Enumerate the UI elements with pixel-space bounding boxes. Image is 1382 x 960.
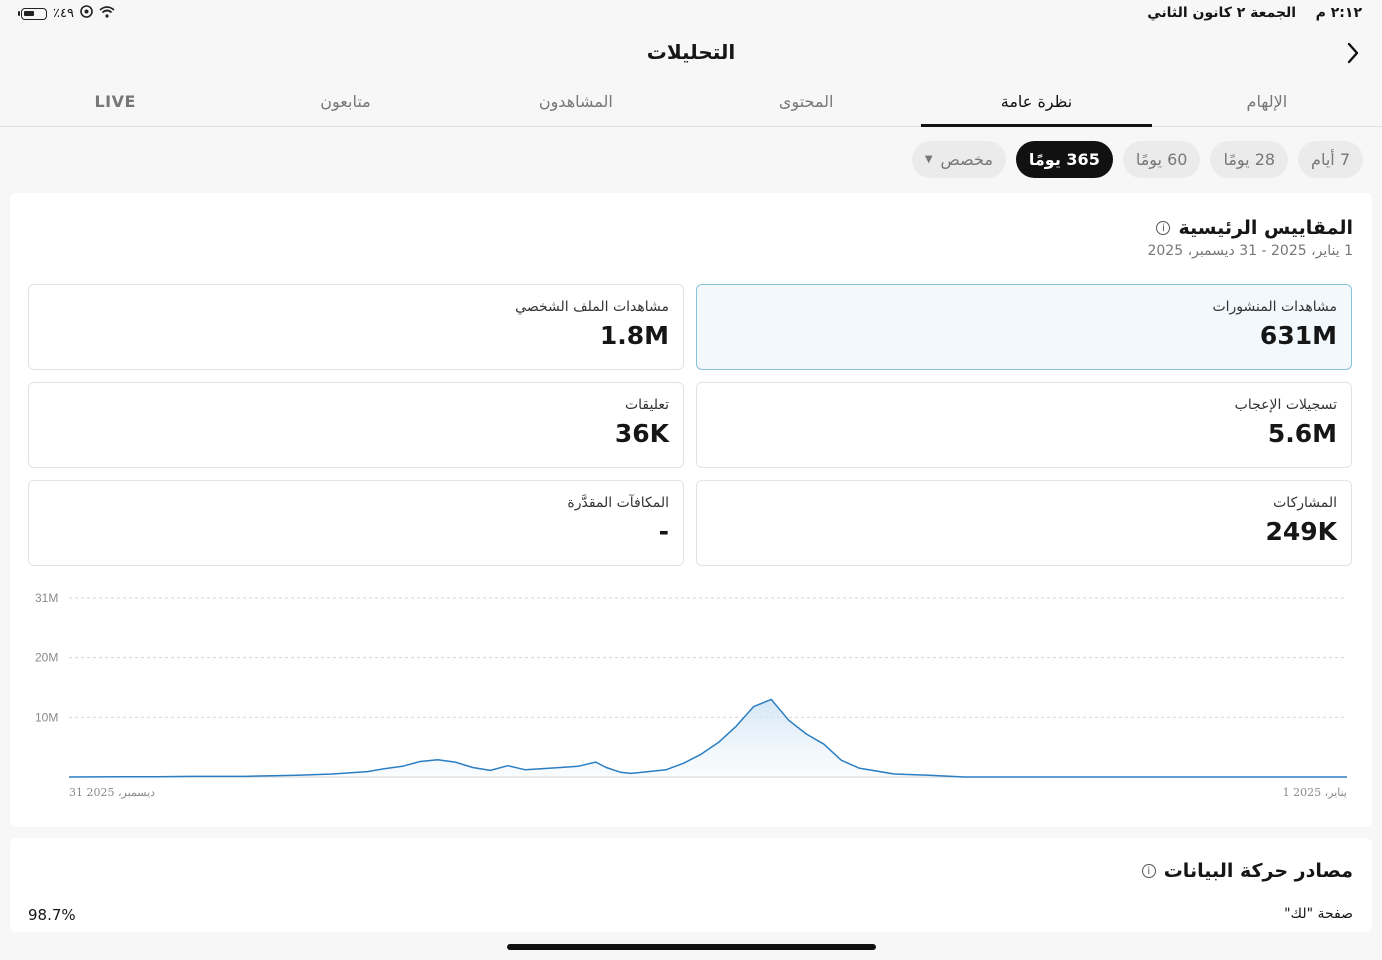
home-indicator[interactable] [507, 944, 876, 950]
metric-value: 1.8M [599, 321, 669, 350]
metric-label: مشاهدات المنشورات [1212, 299, 1337, 315]
tab-followers[interactable]: متابعون [230, 78, 460, 126]
tab-overview[interactable]: نظرة عامة [921, 78, 1153, 127]
status-time: ٢:١٢ م [1315, 5, 1362, 21]
status-bar: ٢:١٢ م الجمعة ٢ كانون الثاني ٪٤٩ [0, 0, 1382, 28]
metric-value: 249K [1265, 517, 1337, 546]
metric-profile-views[interactable]: مشاهدات الملف الشخصي 1.8M [28, 284, 684, 370]
traffic-sources-title: مصادر حركة البيانات [1163, 860, 1353, 882]
metric-label: المكافآت المقدَّرة [567, 495, 669, 511]
metric-value: - [658, 517, 669, 546]
tab-inspiration[interactable]: الإلهام [1152, 78, 1382, 126]
metric-label: مشاهدات الملف الشخصي [515, 299, 669, 315]
range-60-days[interactable]: 60 يومًا [1122, 141, 1201, 178]
caret-down-icon: ▼ [924, 154, 933, 165]
metric-label: تسجيلات الإعجاب [1234, 397, 1337, 413]
metric-post-views[interactable]: مشاهدات المنشورات 631M [696, 284, 1352, 370]
chevron-right-icon [1347, 42, 1359, 64]
key-metrics-card: المقاييس الرئيسية i 1 يناير، 2025 - 31 د… [10, 193, 1372, 827]
y-tick-label: 10M [35, 710, 58, 724]
location-icon [80, 5, 93, 22]
y-tick-label: 20M [35, 651, 58, 665]
x-tick-end: 31 ديسمبر، 2025 [69, 786, 155, 799]
metric-label: تعليقات [624, 397, 669, 413]
range-7-days[interactable]: 7 أيام [1298, 141, 1363, 178]
tab-live[interactable]: LIVE [0, 78, 230, 126]
metric-shares[interactable]: المشاركات 249K [696, 480, 1352, 566]
tab-content[interactable]: المحتوى [691, 78, 921, 126]
metric-value: 5.6M [1267, 419, 1337, 448]
battery-icon [18, 7, 47, 20]
status-date: الجمعة ٢ كانون الثاني [1147, 5, 1297, 21]
tab-viewers[interactable]: المشاهدون [461, 78, 691, 126]
x-tick-start: 1 يناير، 2025 [1283, 786, 1347, 799]
y-tick-label: 31M [35, 591, 58, 605]
metric-value: 36K [614, 419, 669, 448]
range-custom[interactable]: مخصص ▼ [911, 141, 1006, 178]
status-datetime: ٢:١٢ م الجمعة ٢ كانون الثاني [1147, 5, 1362, 21]
wifi-icon [99, 5, 115, 22]
key-metrics-title-row: المقاييس الرئيسية i [1147, 217, 1353, 239]
range-365-days[interactable]: 365 يومًا [1015, 141, 1113, 178]
traffic-source-value: 98.7% [28, 906, 76, 924]
metric-value: 631M [1259, 321, 1337, 350]
traffic-sources-card: مصادر حركة البيانات i صفحة "لك" 98.7% [10, 838, 1372, 932]
back-button[interactable] [1338, 38, 1368, 68]
key-metrics-date-range: 1 يناير، 2025 - 31 ديسمبر، 2025 [1147, 243, 1353, 259]
info-icon[interactable]: i [1156, 221, 1171, 235]
page-title: التحليلات [646, 40, 736, 64]
metric-likes[interactable]: تسجيلات الإعجاب 5.6M [696, 382, 1352, 468]
series-area [69, 699, 1347, 777]
metric-comments[interactable]: تعليقات 36K [28, 382, 684, 468]
metric-label: المشاركات [1273, 495, 1337, 511]
date-range-selector: 7 أيام 28 يومًا 60 يومًا 365 يومًا مخصص … [911, 141, 1363, 178]
post-views-chart: 31M 20M 10M 1 يناير، 2025 31 ديسمبر، 2025 [35, 591, 1347, 799]
key-metrics-title: المقاييس الرئيسية [1178, 217, 1353, 239]
page-header: التحليلات [0, 30, 1382, 76]
battery-percent: ٪٤٩ [53, 6, 74, 21]
key-metrics-header: المقاييس الرئيسية i 1 يناير، 2025 - 31 د… [1147, 217, 1353, 259]
status-indicators: ٪٤٩ [18, 5, 115, 22]
traffic-source-label: صفحة "لك" [1284, 906, 1353, 922]
range-custom-label: مخصص [940, 150, 993, 169]
range-28-days[interactable]: 28 يومًا [1210, 141, 1289, 178]
metric-estimated-rewards[interactable]: المكافآت المقدَّرة - [28, 480, 684, 566]
traffic-sources-title-row: مصادر حركة البيانات i [1141, 860, 1353, 882]
info-icon[interactable]: i [1141, 864, 1156, 878]
tab-bar: الإلهام نظرة عامة المحتوى المشاهدون متاب… [0, 78, 1382, 127]
